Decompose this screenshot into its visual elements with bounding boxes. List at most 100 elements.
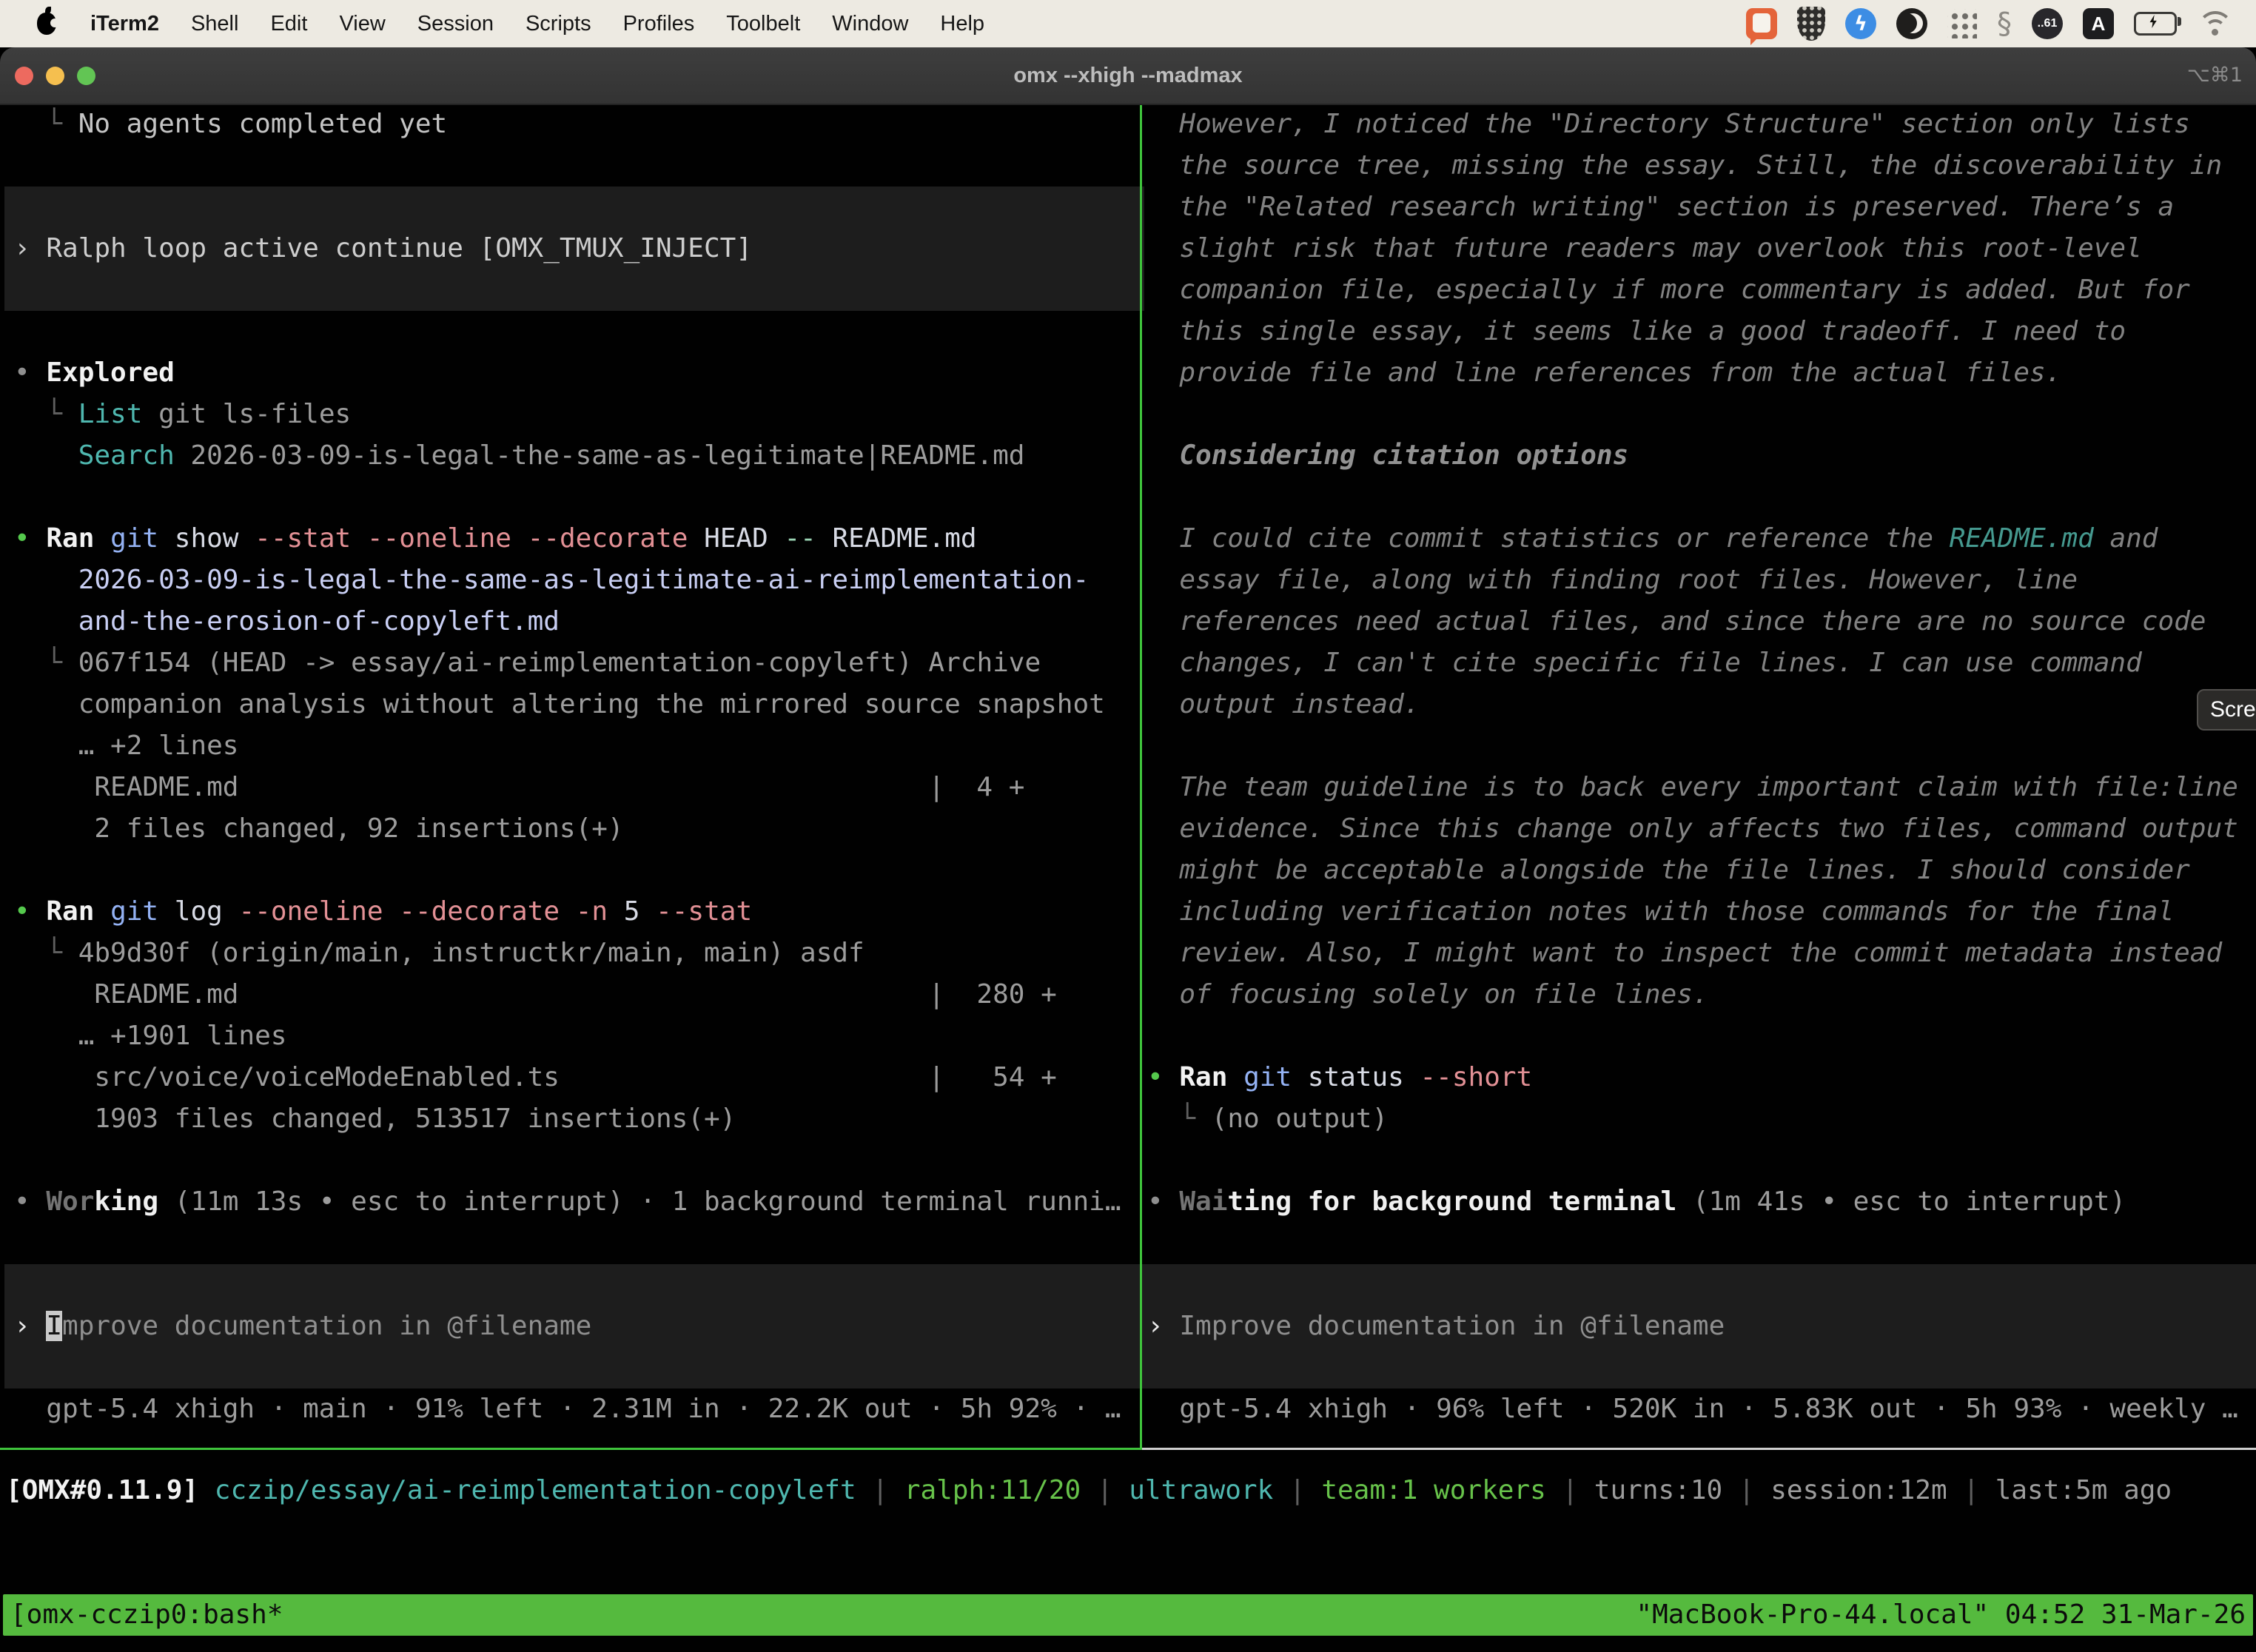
- terminal-text-segment: gpt-5.4 xhigh · main · 91% left · 2.31M …: [14, 1394, 1121, 1424]
- terminal-text-segment: --decorate: [528, 523, 688, 554]
- right-terminal-pane[interactable]: However, I noticed the "Directory Struct…: [1142, 104, 2256, 1448]
- terminal-line: › Improve documentation in @filename: [14, 1306, 591, 1347]
- menu-item-iterm2[interactable]: iTerm2: [90, 12, 159, 36]
- terminal-blank-line: [1147, 1223, 2256, 1264]
- window-title-bar[interactable]: omx --xhigh --madmax ⌥⌘1: [0, 47, 2256, 105]
- terminal-line: … +2 lines: [14, 725, 1154, 767]
- terminal-text-segment: --oneline: [238, 896, 383, 927]
- terminal-text-segment: | 4 +: [928, 772, 1024, 802]
- terminal-line: might be acceptable alongside the file l…: [1147, 850, 2256, 891]
- terminal-text-segment: I: [46, 1311, 62, 1341]
- terminal-text-segment: companion analysis without altering the …: [14, 689, 1105, 719]
- terminal-line: companion file, especially if more comme…: [1147, 269, 2256, 311]
- terminal-blank-line: [1147, 394, 2256, 435]
- terminal-text-segment: 1903 files changed, 513517 insertions(+): [14, 1104, 736, 1134]
- squiggle-icon[interactable]: §: [1997, 7, 2012, 41]
- menu-item-scripts[interactable]: Scripts: [526, 12, 591, 36]
- screen-sharing-label: Scre: [2210, 697, 2256, 722]
- terminal-line: … +1901 lines: [14, 1015, 1154, 1057]
- terminal-text-segment: [94, 523, 110, 554]
- terminal-text-segment: List: [78, 399, 143, 429]
- menu-item-window[interactable]: Window: [832, 12, 908, 36]
- terminal-text-segment: companion file, especially if more comme…: [1147, 275, 2190, 305]
- window-title: omx --xhigh --madmax: [0, 47, 2256, 104]
- vpn-icon[interactable]: ϟ: [1845, 8, 1876, 39]
- wifi-dot: [2212, 29, 2218, 36]
- terminal-text-segment: •: [1147, 1186, 1179, 1217]
- tmux-session-label: [omx-cczip0:bash*: [10, 1594, 283, 1636]
- terminal-line: └ List git ls-files: [14, 394, 1154, 435]
- terminal-text-segment: log: [158, 896, 238, 927]
- menu-item-toolbelt[interactable]: Toolbelt: [726, 12, 800, 36]
- wifi-icon[interactable]: [2197, 10, 2234, 38]
- terminal-blank-line: [14, 1140, 1154, 1181]
- terminal-text-segment: src/voice/voiceModeEnabled.ts: [14, 1057, 928, 1098]
- injected-prompt-box: › Ralph loop active continue [OMX_TMUX_I…: [4, 187, 1144, 311]
- terminal-text-segment: cczip/essay/ai-reimplementation-copyleft: [198, 1475, 856, 1505]
- terminal-line: gpt-5.4 xhigh · 96% left · 520K in · 5.8…: [1147, 1389, 2256, 1430]
- right-pane-bottom-border: [1142, 1448, 2256, 1450]
- prompt-input[interactable]: › Improve documentation in @filename: [4, 1264, 1144, 1389]
- terminal-blank-line: [14, 477, 1154, 518]
- terminal-text-segment: [383, 896, 400, 927]
- menu-items: iTerm2 Shell Edit View Session Scripts Profile…: [90, 12, 984, 36]
- dots-grid-icon[interactable]: [1947, 9, 1977, 38]
- left-terminal-pane[interactable]: └ No agents completed yet› Ralph loop ac…: [0, 104, 1154, 1448]
- menu-item-view[interactable]: View: [339, 12, 385, 36]
- terminal-text-segment: references need actual files, and since …: [1147, 606, 2206, 637]
- terminal-text-segment: |: [1947, 1475, 1995, 1505]
- terminal-blank-line: [1147, 1140, 2256, 1181]
- terminal-text-segment: (11m 13s • esc to interrupt) · 1 backgro…: [158, 1186, 1121, 1217]
- terminal-text-segment: --stat: [255, 523, 351, 554]
- terminal-blank-line: [1147, 1015, 2256, 1057]
- omx-status-bar: [OMX#0.11.9] cczip/essay/ai-reimplementa…: [6, 1470, 2172, 1511]
- terminal-text-segment: --stat: [656, 896, 752, 927]
- left-pane-bottom-border: [0, 1448, 1142, 1450]
- moon-icon[interactable]: [1896, 8, 1927, 39]
- terminal-text-segment: 5: [608, 896, 656, 927]
- terminal-text-segment: --oneline: [367, 523, 511, 554]
- prompt-input[interactable]: › Improve documentation in @filename: [1142, 1264, 2256, 1389]
- apple-menu-icon[interactable]: [37, 13, 56, 35]
- terminal-text-segment: Improve documentation in @filename: [1179, 1311, 1725, 1341]
- input-source-icon[interactable]: A: [2083, 8, 2114, 39]
- terminal-line: and-the-erosion-of-copyleft.md: [14, 601, 1154, 642]
- screen-mirroring-icon[interactable]: [1746, 8, 1777, 39]
- terminal-text-segment: └: [14, 399, 78, 429]
- terminal-blank-line: [1147, 725, 2256, 767]
- menu-item-profiles[interactable]: Profiles: [623, 12, 695, 36]
- terminal-text-segment: [94, 896, 110, 927]
- terminal-text-segment: I could cite commit statistics or refere…: [1147, 523, 1950, 554]
- terminal-line: slight risk that future readers may over…: [1147, 228, 2256, 269]
- terminal-text-segment: └: [1147, 1104, 1212, 1134]
- terminal-text-segment: •: [14, 896, 46, 927]
- terminal-text-segment: [560, 896, 576, 927]
- terminal-text-segment: | 54 +: [928, 1062, 1056, 1092]
- terminal-text-segment: git: [110, 896, 158, 927]
- menu-item-edit[interactable]: Edit: [270, 12, 307, 36]
- terminal-text-segment: git ls-files: [142, 399, 351, 429]
- menu-item-help[interactable]: Help: [940, 12, 984, 36]
- pane-divider[interactable]: [1140, 104, 1142, 1450]
- terminal[interactable]: └ No agents completed yet› Ralph loop ac…: [0, 104, 2256, 1652]
- terminal-text-segment: king: [94, 1186, 158, 1217]
- terminal-text-segment: last:5m ago: [1995, 1475, 2172, 1505]
- terminal-line: I could cite commit statistics or refere…: [1147, 518, 2256, 560]
- terminal-text-segment: slight risk that future readers may over…: [1147, 233, 2142, 263]
- terminal-text-segment: … +1901 lines: [14, 1021, 286, 1051]
- terminal-text-segment: ›: [14, 1311, 46, 1341]
- terminal-text-segment: Wai: [1179, 1186, 1227, 1217]
- screen-sharing-chip[interactable]: Scre: [2197, 689, 2256, 731]
- tmux-host-clock: "MacBook-Pro-44.local" 04:52 31-Mar-26: [1636, 1594, 2246, 1636]
- keypad-shield-icon[interactable]: [1797, 7, 1825, 41]
- menu-item-shell[interactable]: Shell: [191, 12, 239, 36]
- terminal-text-segment: provide file and line references from th…: [1147, 357, 2061, 388]
- menu-item-session[interactable]: Session: [417, 12, 494, 36]
- terminal-text-segment: 2026-03-09-is-legal-the-same-as-legitima…: [175, 440, 1025, 471]
- terminal-line: └ 4b9d30f (origin/main, instructkr/main,…: [14, 933, 1154, 974]
- battery-icon[interactable]: [2134, 12, 2177, 36]
- terminal-line: 2 files changed, 92 insertions(+): [14, 808, 1154, 850]
- badge-icon[interactable]: ..61: [2032, 8, 2063, 39]
- terminal-line: • Ran git log --oneline --decorate -n 5 …: [14, 891, 1154, 933]
- terminal-blank-line: [14, 145, 1154, 187]
